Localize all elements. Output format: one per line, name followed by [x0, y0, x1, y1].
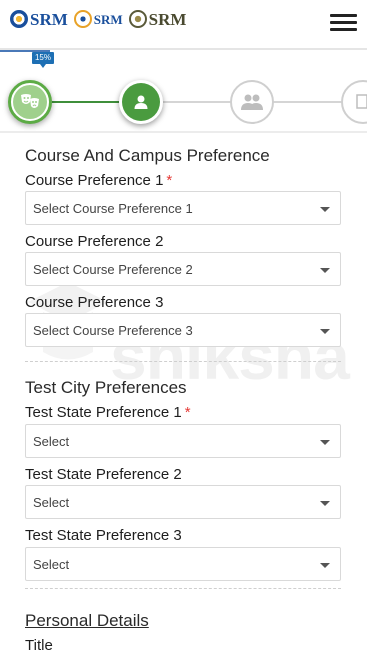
- test-state-pref-1-select[interactable]: Select: [25, 424, 341, 458]
- srm-ap-logo-text: SRM: [148, 9, 187, 29]
- test-state-pref-2-value: Select: [33, 495, 70, 510]
- document-icon: [356, 94, 367, 109]
- course-pref-2-value: Select Course Preference 2: [33, 262, 193, 277]
- course-pref-1-label: Course Preference 1 *: [25, 172, 173, 189]
- test-city-section-title: Test City Preferences: [25, 378, 187, 397]
- course-pref-1-select[interactable]: Select Course Preference 1: [25, 191, 341, 225]
- theater-masks-icon: [21, 94, 39, 108]
- test-state-pref-2-label: Test State Preference 2: [25, 466, 182, 483]
- course-pref-2-select[interactable]: Select Course Preference 2: [25, 252, 341, 286]
- test-state-pref-2-select[interactable]: Select: [25, 485, 341, 519]
- personal-details-title[interactable]: Personal Details: [25, 611, 149, 631]
- dropdown-arrow-icon: [320, 329, 330, 334]
- progress-percent-badge: 15%: [32, 52, 54, 68]
- srm-ap-seal-icon: [128, 10, 147, 28]
- logo-group: SRM SRM SRM: [10, 10, 186, 28]
- user-icon: [134, 95, 148, 109]
- group-users-icon: [241, 94, 263, 110]
- course-section-title: Course And Campus Preference: [25, 146, 270, 165]
- test-state-pref-1-label: Test State Preference 1 *: [25, 404, 191, 421]
- course-pref-3-value: Select Course Preference 3: [33, 323, 193, 338]
- step-4-documents[interactable]: [341, 80, 367, 124]
- header-divider: [0, 48, 367, 50]
- step-3-parents[interactable]: [230, 80, 274, 124]
- test-state-pref-3-value: Select: [33, 557, 70, 572]
- stepper-divider: [0, 131, 367, 133]
- test-state-pref-1-value: Select: [33, 434, 70, 449]
- test-state-pref-3-select[interactable]: Select: [25, 547, 341, 581]
- test-state-pref-3-label: Test State Preference 3: [25, 527, 182, 544]
- srm-logo[interactable]: SRM: [10, 10, 68, 28]
- srm-university-logo-text: SRM: [93, 11, 123, 27]
- srm-seal-icon: [10, 10, 28, 28]
- step-1-academic[interactable]: [8, 80, 52, 124]
- step-2-preferences[interactable]: [119, 80, 163, 124]
- section-divider: [25, 588, 341, 589]
- dropdown-arrow-icon: [320, 501, 330, 506]
- course-pref-3-select[interactable]: Select Course Preference 3: [25, 313, 341, 347]
- title-field-label: Title: [25, 637, 53, 654]
- srm-university-logo[interactable]: SRM: [73, 10, 123, 28]
- course-pref-3-label: Course Preference 3: [25, 294, 164, 311]
- dropdown-arrow-icon: [320, 563, 330, 568]
- app-header: SRM SRM SRM: [0, 0, 367, 46]
- dropdown-arrow-icon: [320, 268, 330, 273]
- hamburger-menu-icon[interactable]: [330, 14, 357, 32]
- srm-logo-text: SRM: [30, 9, 68, 29]
- dropdown-arrow-icon: [320, 207, 330, 212]
- section-divider: [25, 361, 341, 362]
- step-connector-complete: [52, 101, 120, 103]
- srm-university-ap-logo[interactable]: SRM: [128, 9, 187, 29]
- srm-university-seal-icon: [73, 10, 92, 28]
- course-pref-2-label: Course Preference 2: [25, 233, 164, 250]
- dropdown-arrow-icon: [320, 440, 330, 445]
- course-pref-1-value: Select Course Preference 1: [33, 201, 193, 216]
